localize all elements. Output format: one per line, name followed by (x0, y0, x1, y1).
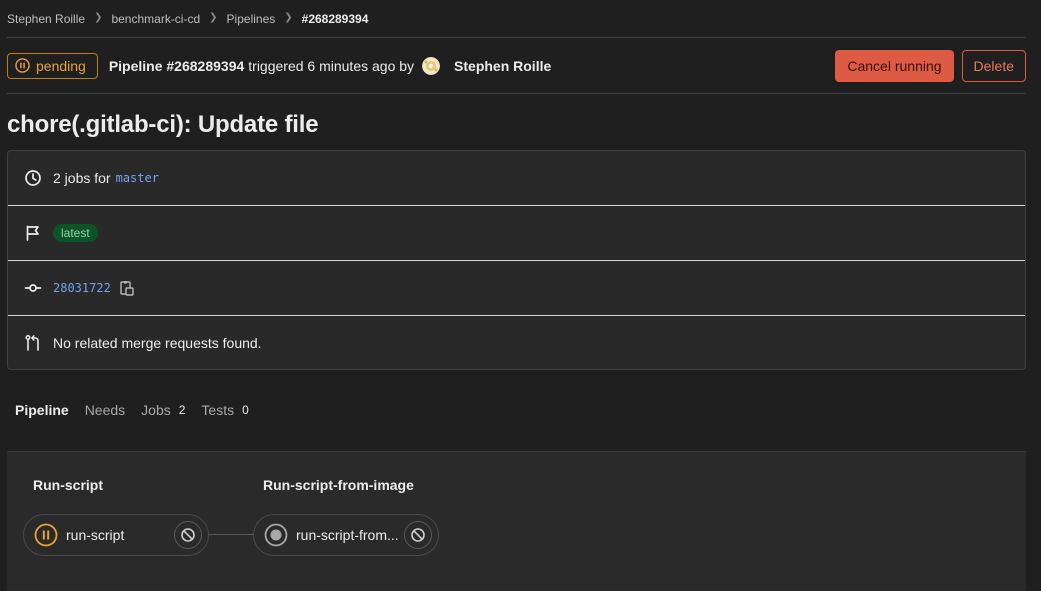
pause-icon (15, 58, 30, 73)
status-badge-label: pending (36, 57, 86, 74)
chevron-right-icon: ❯ (94, 12, 103, 23)
tab-needs[interactable]: Needs (85, 402, 125, 418)
triggered-text: triggered 6 minutes ago by (248, 57, 415, 74)
pipeline-summary: Pipeline #268289394 triggered 6 minutes … (108, 56, 551, 75)
latest-badge: latest (53, 224, 98, 242)
job-label: run-script-from... (296, 527, 399, 543)
commit-row: 28031722 (8, 261, 1025, 316)
pipeline-tabs: Pipeline Needs Jobs 2 Tests 0 (7, 388, 1026, 432)
job-pill-run-script[interactable]: run-script (23, 514, 209, 556)
breadcrumb-item-current[interactable]: #268289394 (302, 12, 369, 26)
tab-count: 0 (242, 403, 249, 417)
cancel-icon[interactable] (174, 521, 202, 549)
pipeline-page: Stephen Roille ❯ benchmark-ci-cd ❯ Pipel… (7, 0, 1026, 591)
stage-title: Run-script-from-image (263, 477, 414, 493)
delete-button[interactable]: Delete (961, 50, 1026, 82)
copy-icon[interactable] (120, 280, 134, 296)
commit-icon (24, 279, 42, 297)
tab-label: Needs (84, 402, 126, 418)
clock-icon (24, 169, 42, 187)
created-status-icon (264, 523, 288, 547)
flag-icon (24, 224, 42, 242)
jobs-count-text: 2 jobs for (53, 170, 111, 186)
branch-link[interactable]: master (116, 171, 159, 185)
chevron-right-icon: ❯ (284, 12, 293, 23)
pipeline-header: pending Pipeline #268289394 triggered 6 … (7, 38, 1026, 94)
job-pill-run-script-from-image[interactable]: run-script-from... (253, 514, 439, 556)
tab-tests[interactable]: Tests 0 (201, 402, 248, 418)
breadcrumb-item-project[interactable]: benchmark-ci-cd (111, 12, 200, 26)
header-actions: Cancel running Delete (835, 50, 1026, 82)
page-title: chore(.gitlab-ci): Update file (7, 111, 319, 138)
chevron-right-icon: ❯ (209, 12, 218, 23)
merge-requests-row: No related merge requests found. (8, 316, 1025, 369)
pause-icon (34, 523, 58, 547)
cancel-icon[interactable] (404, 521, 432, 549)
tab-label: Tests (201, 402, 235, 418)
pipeline-info-card: 2 jobs for master latest 28031722 No rel… (7, 150, 1026, 370)
breadcrumb-item-pipelines[interactable]: Pipelines (227, 12, 276, 26)
breadcrumb-item-user[interactable]: Stephen Roille (7, 12, 85, 26)
user-link[interactable]: Stephen Roille (454, 58, 551, 74)
commit-sha-link[interactable]: 28031722 (53, 281, 111, 295)
pipeline-graph: Run-script Run-script-from-image run-scr… (7, 451, 1026, 591)
job-label: run-script (66, 527, 125, 543)
merge-request-icon (24, 334, 42, 352)
stage-title: Run-script (33, 477, 103, 493)
tab-jobs[interactable]: Jobs 2 (141, 402, 185, 418)
tab-pipeline[interactable]: Pipeline (15, 402, 69, 418)
status-badge[interactable]: pending (7, 52, 98, 79)
cancel-running-button[interactable]: Cancel running (835, 50, 954, 82)
stage-connector (209, 534, 253, 535)
badges-row: latest (8, 206, 1025, 261)
avatar[interactable] (422, 56, 441, 75)
pipeline-id: Pipeline #268289394 (108, 57, 245, 74)
tab-label: Jobs (141, 402, 171, 418)
breadcrumb: Stephen Roille ❯ benchmark-ci-cd ❯ Pipel… (7, 0, 1026, 38)
tab-label: Pipeline (15, 402, 69, 418)
tab-count: 2 (178, 403, 186, 417)
merge-requests-text: No related merge requests found. (53, 334, 262, 351)
jobs-row: 2 jobs for master (8, 151, 1025, 206)
